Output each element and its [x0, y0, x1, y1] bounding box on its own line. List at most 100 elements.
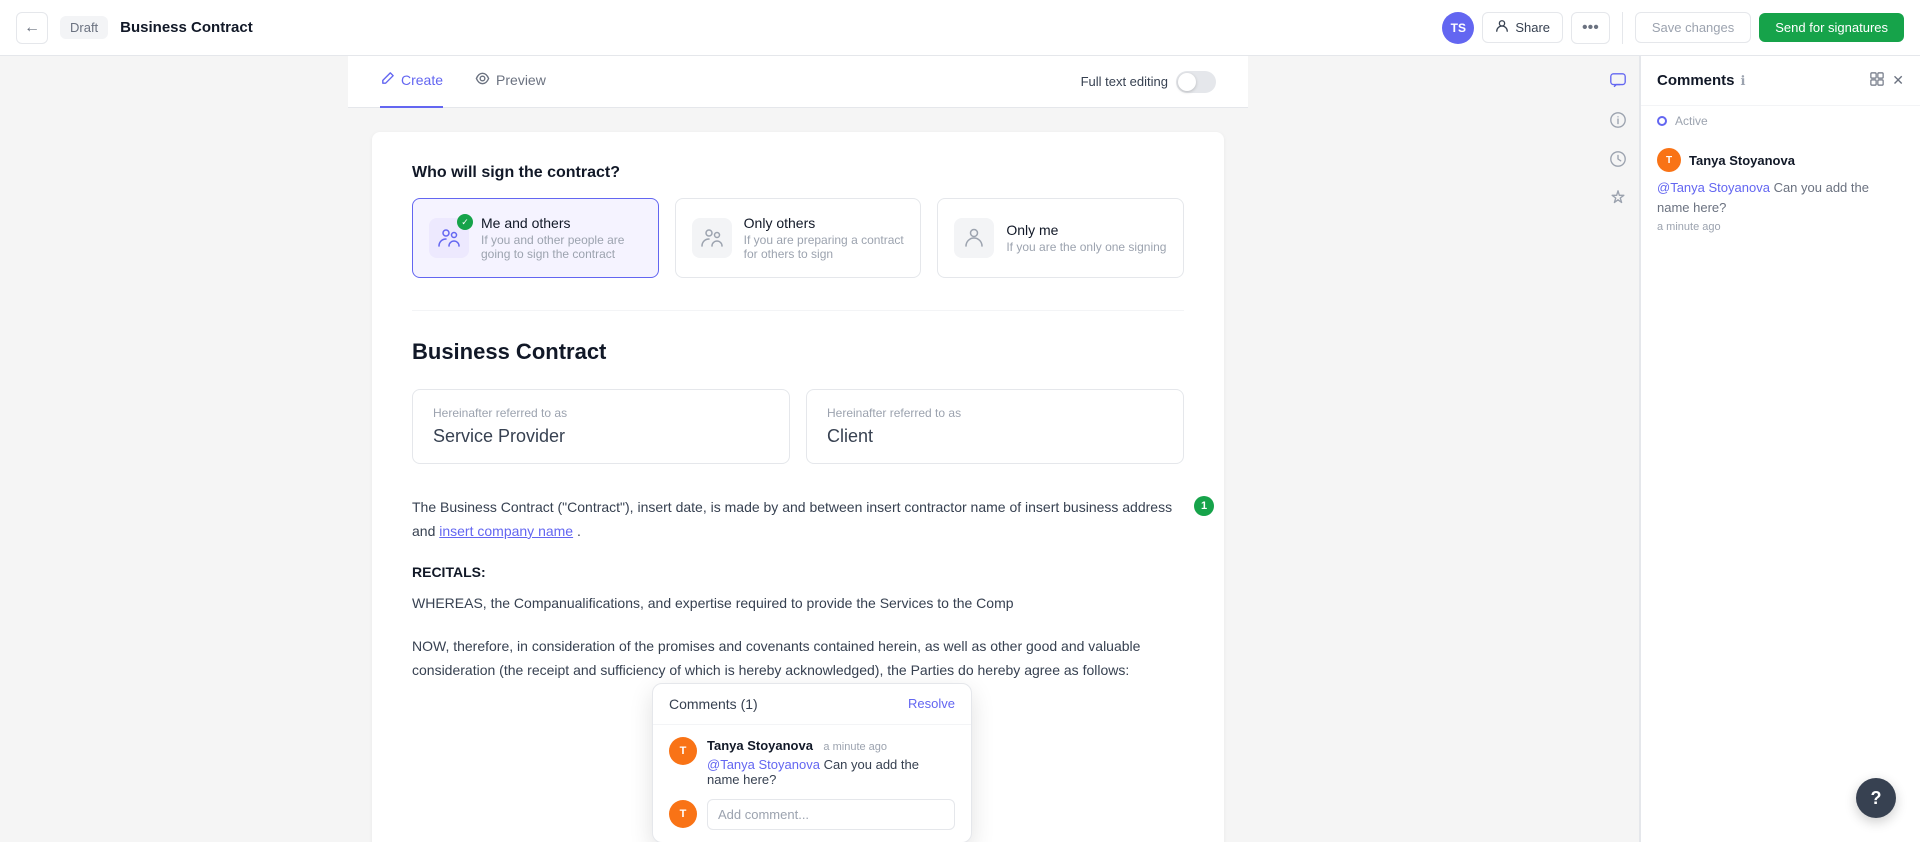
- sidebar-commenter-name: Tanya Stoyanova: [1689, 153, 1795, 168]
- comment-input-row: T: [669, 799, 955, 830]
- comment-popup-title: Comments (1): [669, 696, 758, 712]
- content-inner: Create Preview Full text editing: [348, 56, 1248, 842]
- sign-option-only-me-text: Only me If you are the only one signing: [1006, 222, 1166, 254]
- commenter-avatar: T: [669, 737, 697, 765]
- sign-section: Who will sign the contract? ✓ Me and oth…: [412, 164, 1184, 278]
- only-me-icon: [954, 218, 994, 258]
- selected-check: ✓: [457, 214, 473, 230]
- document-title: Business Contract: [120, 19, 1430, 36]
- reply-avatar: T: [669, 800, 697, 828]
- tab-preview-label: Preview: [496, 72, 546, 88]
- sidebar-comment-mention: @Tanya Stoyanova: [1657, 180, 1770, 195]
- commenter-name: Tanya Stoyanova: [707, 738, 813, 753]
- info-panel-icon[interactable]: [1609, 111, 1627, 134]
- sign-options: ✓ Me and others If you and other people …: [412, 198, 1184, 278]
- comment-header-row: Tanya Stoyanova a minute ago: [707, 737, 955, 755]
- more-icon: •••: [1582, 19, 1599, 36]
- sidebar-comment-text: @Tanya Stoyanova Can you add the name he…: [1657, 178, 1904, 217]
- topbar: ← Draft Business Contract TS Share ••• S…: [0, 0, 1920, 56]
- client-label: Hereinafter referred to as: [827, 406, 1163, 420]
- panel-grid-button[interactable]: [1870, 72, 1884, 89]
- me-and-others-icon: ✓: [429, 218, 469, 258]
- user-avatar: TS: [1442, 12, 1474, 44]
- contract-body-text: The Business Contract ("Contract"), inse…: [412, 496, 1184, 544]
- comments-panel-icon[interactable]: [1609, 72, 1627, 95]
- only-me-label: Only me: [1006, 222, 1166, 238]
- right-panel-title: Comments: [1657, 72, 1735, 89]
- right-panel-info-icon[interactable]: ℹ: [1741, 73, 1746, 89]
- sidebar-commenter-avatar: T: [1657, 148, 1681, 172]
- sign-title: Who will sign the contract?: [412, 164, 1184, 182]
- save-changes-button[interactable]: Save changes: [1635, 12, 1751, 43]
- recitals-title: RECITALS:: [412, 564, 1184, 580]
- right-panel-actions: ✕: [1870, 72, 1904, 89]
- sign-option-only-others[interactable]: Only others If you are preparing a contr…: [675, 198, 922, 278]
- only-others-icon: [692, 218, 732, 258]
- create-icon: [380, 71, 395, 89]
- only-me-desc: If you are the only one signing: [1006, 240, 1166, 254]
- insert-company-name-link[interactable]: insert company name: [439, 523, 573, 539]
- full-text-editing-label: Full text editing: [1081, 74, 1168, 89]
- service-provider-name: Service Provider: [433, 426, 769, 447]
- sidebar-comment-header: T Tanya Stoyanova: [1657, 148, 1904, 172]
- comment-time: a minute ago: [823, 741, 887, 753]
- right-panel-icon-strip: [1596, 56, 1640, 842]
- comment-indicator[interactable]: 1: [1194, 496, 1214, 516]
- sidebar-comment-item[interactable]: T Tanya Stoyanova @Tanya Stoyanova Can y…: [1641, 136, 1920, 245]
- back-icon: ←: [24, 19, 40, 37]
- party-card-client: Hereinafter referred to as Client: [806, 389, 1184, 464]
- comment-popup-body: T Tanya Stoyanova a minute ago @Tanya St…: [653, 725, 971, 842]
- draft-badge: Draft: [60, 16, 108, 39]
- full-text-editing-toggle: Full text editing: [1081, 71, 1216, 93]
- document-content: Who will sign the contract? ✓ Me and oth…: [372, 132, 1224, 842]
- share-button[interactable]: Share: [1482, 12, 1563, 43]
- sidebar-comment-time: a minute ago: [1657, 221, 1904, 233]
- share-label: Share: [1515, 20, 1550, 35]
- right-area: Comments ℹ ✕ Active T Tanya: [1596, 56, 1920, 842]
- comment-popup: Comments (1) Resolve T Tanya Stoyanova a…: [652, 683, 972, 842]
- topbar-right: TS Share ••• Save changes Send for signa…: [1442, 12, 1904, 44]
- party-card-service-provider: Hereinafter referred to as Service Provi…: [412, 389, 790, 464]
- comment-row: T Tanya Stoyanova a minute ago @Tanya St…: [669, 737, 955, 787]
- now-therefore-text: NOW, therefore, in consideration of the …: [412, 635, 1184, 683]
- help-button[interactable]: ?: [1856, 778, 1896, 818]
- right-panel-header: Comments ℹ ✕: [1641, 56, 1920, 106]
- preview-icon: [475, 71, 490, 89]
- toggle-switch[interactable]: [1176, 71, 1216, 93]
- resolve-button[interactable]: Resolve: [908, 696, 955, 711]
- comment-text: @Tanya Stoyanova Can you add the name he…: [707, 757, 955, 787]
- pin-panel-icon[interactable]: [1609, 189, 1627, 212]
- comment-input-field[interactable]: [707, 799, 955, 830]
- right-panel: Comments ℹ ✕ Active T Tanya: [1640, 56, 1920, 842]
- recitals-text: WHEREAS, the Companualifications, and ex…: [412, 592, 1184, 616]
- more-options-button[interactable]: •••: [1571, 12, 1610, 44]
- send-for-signatures-button[interactable]: Send for signatures: [1759, 13, 1904, 42]
- me-and-others-label: Me and others: [481, 215, 642, 231]
- only-others-label: Only others: [744, 215, 905, 231]
- right-panel-title-row: Comments ℹ: [1657, 72, 1745, 89]
- contract-body-text-end: .: [577, 523, 581, 539]
- sign-option-only-me[interactable]: Only me If you are the only one signing: [937, 198, 1184, 278]
- service-provider-label: Hereinafter referred to as: [433, 406, 769, 420]
- tab-create-label: Create: [401, 72, 443, 88]
- tab-preview[interactable]: Preview: [475, 56, 546, 108]
- content-area: Create Preview Full text editing: [0, 56, 1596, 842]
- toggle-knob: [1178, 73, 1196, 91]
- contract-section: Business Contract Hereinafter referred t…: [412, 339, 1184, 683]
- main-layout: Create Preview Full text editing: [0, 56, 1920, 842]
- panel-close-button[interactable]: ✕: [1892, 72, 1904, 89]
- history-panel-icon[interactable]: [1609, 150, 1627, 173]
- client-name: Client: [827, 426, 1163, 447]
- sign-option-me-and-others-text: Me and others If you and other people ar…: [481, 215, 642, 261]
- tabs-bar: Create Preview Full text editing: [348, 56, 1248, 108]
- tab-create[interactable]: Create: [380, 56, 443, 108]
- party-cards: Hereinafter referred to as Service Provi…: [412, 389, 1184, 464]
- only-others-desc: If you are preparing a contract for othe…: [744, 233, 905, 261]
- comment-mention: @Tanya Stoyanova: [707, 757, 820, 772]
- contract-main-title: Business Contract: [412, 339, 1184, 365]
- comment-content: Tanya Stoyanova a minute ago @Tanya Stoy…: [707, 737, 955, 787]
- back-button[interactable]: ←: [16, 12, 48, 44]
- sign-option-me-and-others[interactable]: ✓ Me and others If you and other people …: [412, 198, 659, 278]
- active-label: Active: [1675, 114, 1708, 128]
- comment-popup-header: Comments (1) Resolve: [653, 684, 971, 725]
